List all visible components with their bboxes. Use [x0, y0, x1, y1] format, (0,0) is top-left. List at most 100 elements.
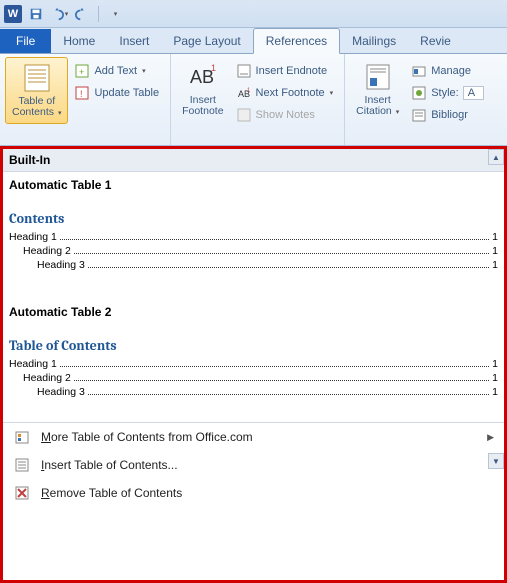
- ribbon: Table ofContents ▾ + Add Text ▾ ! Update …: [0, 54, 507, 146]
- insert-endnote-button[interactable]: Insert Endnote: [232, 61, 338, 81]
- toc-leader: [60, 358, 489, 367]
- svg-text:!: !: [80, 89, 83, 99]
- dropdown-icon: ▾: [330, 89, 334, 97]
- toc-heading: Heading 3: [37, 259, 85, 271]
- show-notes-label: Show Notes: [256, 109, 315, 121]
- tab-mailings[interactable]: Mailings: [340, 29, 408, 53]
- qat-separator: [98, 6, 99, 22]
- tab-page-layout[interactable]: Page Layout: [161, 29, 252, 53]
- gallery-item-title: Automatic Table 1: [9, 178, 498, 192]
- menu-label: Remove Table of Contents: [41, 486, 182, 500]
- show-notes-button: Show Notes: [232, 105, 338, 125]
- table-of-contents-button[interactable]: Table ofContents ▾: [5, 57, 68, 124]
- toc-leader: [88, 259, 489, 268]
- bibliography-label: Bibliogr: [431, 109, 468, 121]
- menu-label: More Table of Contents from Office.com: [41, 430, 253, 444]
- add-text-icon: +: [74, 63, 90, 79]
- gallery-section-header: Built-In: [3, 149, 504, 172]
- office-icon: [13, 429, 31, 445]
- save-icon: [28, 6, 44, 22]
- gallery-item-auto2[interactable]: Automatic Table 2 Table of Contents Head…: [3, 299, 504, 408]
- update-table-label: Update Table: [94, 87, 159, 99]
- menu-insert-toc[interactable]: Insert Table of Contents...: [3, 451, 504, 479]
- show-notes-icon: [236, 107, 252, 123]
- toc-heading: Heading 2: [23, 245, 71, 257]
- app-icon: W: [4, 5, 22, 23]
- manage-sources-button[interactable]: Manage: [407, 61, 488, 81]
- toc-leader: [74, 372, 489, 381]
- style-value: A: [463, 86, 484, 100]
- group-toc: Table ofContents ▾ + Add Text ▾ ! Update …: [0, 54, 171, 145]
- next-footnote-label: Next Footnote: [256, 87, 325, 99]
- toc-gallery: Built-In Automatic Table 1 Contents Head…: [0, 149, 507, 583]
- group-footnotes: AB1 InsertFootnote Insert Endnote AB1 Ne…: [171, 54, 345, 145]
- insert-citation-l2: Citation: [356, 105, 392, 117]
- dropdown-icon: ▾: [142, 67, 146, 75]
- tab-file[interactable]: File: [0, 29, 51, 53]
- bibliography-icon: [411, 107, 427, 123]
- title-bar: W ▾ ▾: [0, 0, 507, 28]
- dropdown-icon: ▾: [114, 10, 118, 18]
- qat-redo-button[interactable]: [73, 5, 91, 23]
- toc-heading: Heading 1: [9, 231, 57, 243]
- dropdown-icon: ▾: [65, 10, 69, 18]
- gallery-item-contents-title: Contents: [9, 210, 498, 227]
- group-citations: InsertCitation ▾ Manage Style: A Bibliog…: [345, 54, 495, 145]
- dropdown-icon: ▾: [58, 110, 62, 117]
- toc-leader: [88, 386, 489, 395]
- menu-more-office[interactable]: More Table of Contents from Office.com ▶: [3, 423, 504, 451]
- style-icon: [411, 85, 427, 101]
- toc-leader: [74, 245, 489, 254]
- toc-label-2: Contents: [12, 106, 54, 118]
- menu-remove-toc[interactable]: Remove Table of Contents: [3, 479, 504, 507]
- undo-icon: [50, 6, 64, 22]
- style-label: Style:: [431, 87, 459, 99]
- style-dropdown[interactable]: Style: A: [407, 83, 488, 103]
- svg-text:+: +: [79, 67, 84, 77]
- insert-footnote-button[interactable]: AB1 InsertFootnote: [176, 57, 229, 121]
- menu-label: Insert Table of Contents...: [41, 458, 178, 472]
- chevron-down-icon: ▼: [492, 457, 500, 466]
- tab-home[interactable]: Home: [51, 29, 107, 53]
- toc-heading: Heading 2: [23, 372, 71, 384]
- gallery-menu: More Table of Contents from Office.com ▶…: [3, 422, 504, 507]
- svg-text:1: 1: [247, 88, 251, 94]
- citation-icon: [362, 61, 394, 93]
- qat-undo-button[interactable]: ▾: [50, 5, 68, 23]
- update-icon: !: [74, 85, 90, 101]
- remove-toc-icon: [13, 485, 31, 501]
- next-footnote-button[interactable]: AB1 Next Footnote ▾: [232, 83, 338, 103]
- dropdown-icon: ▾: [396, 109, 400, 116]
- add-text-label: Add Text: [94, 65, 137, 77]
- update-table-button[interactable]: ! Update Table: [70, 83, 163, 103]
- gallery-item-contents-title: Table of Contents: [9, 337, 498, 354]
- manage-label: Manage: [431, 65, 471, 77]
- tab-insert[interactable]: Insert: [107, 29, 161, 53]
- toc-icon: [21, 62, 53, 94]
- redo-icon: [74, 6, 90, 22]
- insert-footnote-l2: Footnote: [182, 105, 223, 117]
- insert-toc-icon: [13, 457, 31, 473]
- toc-leader: [60, 231, 489, 240]
- toc-heading: Heading 1: [9, 358, 57, 370]
- svg-text:1: 1: [211, 63, 216, 73]
- gallery-item-auto1[interactable]: Automatic Table 1 Contents Heading 11 He…: [3, 172, 504, 281]
- tab-references[interactable]: References: [253, 28, 340, 54]
- tab-review[interactable]: Revie: [408, 29, 463, 53]
- bibliography-button[interactable]: Bibliogr: [407, 105, 488, 125]
- toc-heading: Heading 3: [37, 386, 85, 398]
- add-text-button[interactable]: + Add Text ▾: [70, 61, 163, 81]
- insert-endnote-label: Insert Endnote: [256, 65, 328, 77]
- endnote-icon: [236, 63, 252, 79]
- footnote-icon: AB1: [187, 61, 219, 93]
- scroll-up-button[interactable]: ▲: [488, 149, 504, 165]
- manage-icon: [411, 63, 427, 79]
- insert-citation-button[interactable]: InsertCitation ▾: [350, 57, 405, 122]
- gallery-scrollbar: ▲ ▼: [488, 149, 504, 469]
- next-footnote-icon: AB1: [236, 85, 252, 101]
- scroll-down-button[interactable]: ▼: [488, 453, 504, 469]
- qat-save-button[interactable]: [27, 5, 45, 23]
- qat-customize-button[interactable]: ▾: [106, 5, 124, 23]
- chevron-up-icon: ▲: [492, 153, 500, 162]
- gallery-item-title: Automatic Table 2: [9, 305, 498, 319]
